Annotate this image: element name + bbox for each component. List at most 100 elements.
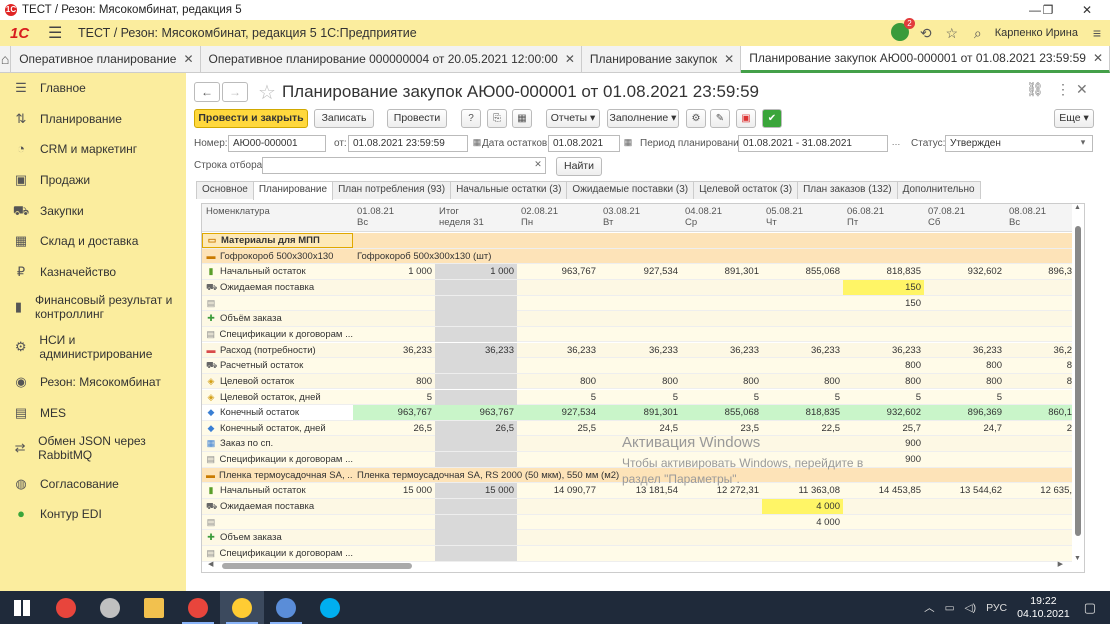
help-button[interactable]: ? (461, 109, 481, 128)
grid-cell[interactable] (435, 311, 517, 327)
grid-cell[interactable]: 927,534 (517, 405, 599, 421)
date-field[interactable]: 01.08.2021 23:59:59 (348, 135, 468, 152)
table-row[interactable]: ▤ Спецификации к договорам ... (202, 546, 1072, 562)
grid-cell[interactable] (353, 530, 435, 545)
grid-cell[interactable] (435, 326, 517, 342)
taskbar-app-2-icon[interactable] (88, 591, 132, 624)
grid-cell[interactable] (353, 296, 435, 311)
form-tab[interactable]: Целевой остаток (3) (693, 181, 799, 199)
grid-cell[interactable]: 818,835 (762, 405, 843, 421)
close-icon[interactable]: ✕ (183, 46, 193, 73)
grid-cell[interactable] (435, 233, 517, 248)
column-header[interactable]: 05.08.21 Чт (762, 206, 843, 228)
form-tab[interactable]: План заказов (132) (797, 181, 898, 199)
column-header[interactable]: 07.08.21 Сб (924, 206, 1005, 228)
notifications-center-icon[interactable]: ▢ (1084, 600, 1096, 616)
taskbar-windows-start-icon[interactable] (0, 591, 44, 624)
grid-cell[interactable] (599, 530, 681, 545)
grid-cell[interactable] (517, 546, 599, 561)
grid-cell[interactable]: 800 (599, 374, 681, 389)
tab-purchase-planning[interactable]: Планирование закупок ✕ (582, 46, 742, 73)
scroll-up-icon[interactable]: ▲ (1074, 204, 1081, 211)
grid-cell[interactable] (435, 546, 517, 561)
number-field[interactable]: АЮ00-000001 (228, 135, 326, 152)
grid-cell[interactable] (681, 233, 762, 248)
period-field[interactable]: 01.08.2021 - 31.08.2021 (738, 135, 888, 152)
grid-cell[interactable]: 800 (353, 374, 435, 389)
scroll-left-icon[interactable]: ◀ (208, 560, 213, 568)
table-row[interactable]: ◆ Конечный остаток 963,767 963,767 927,534 89… (202, 405, 1072, 421)
table-row[interactable]: ✚ Объем заказа (202, 530, 1072, 546)
back-button[interactable]: ← (194, 82, 220, 102)
edit-icon[interactable]: ✎ (710, 109, 730, 128)
scrollbar-thumb[interactable] (222, 563, 412, 569)
grid-cell[interactable]: 24,7 (924, 421, 1005, 436)
grid-cell[interactable]: 800 (762, 374, 843, 389)
grid-cell[interactable] (1005, 436, 1072, 451)
taskbar-chrome-icon[interactable] (44, 591, 88, 624)
tray-expand-icon[interactable]: ︿ (924, 600, 935, 615)
grid-cell[interactable]: 800 (843, 374, 924, 389)
grid-cell[interactable] (924, 249, 1005, 264)
grid-cell[interactable]: 818,835 (843, 264, 924, 279)
tab-operational-planning[interactable]: Оперативное планирование ✕ (11, 46, 201, 73)
grid-cell[interactable] (353, 233, 435, 248)
sidebar-item[interactable]: ● Контур EDI (0, 499, 186, 530)
grid-cell[interactable]: 150 (843, 296, 924, 311)
grid-cell[interactable]: 5 (843, 390, 924, 405)
taskbar-chrome-2-icon[interactable] (176, 591, 220, 624)
grid-cell[interactable]: 891,301 (599, 405, 681, 421)
grid-cell[interactable] (681, 499, 762, 514)
grid-cell[interactable] (924, 546, 1005, 561)
scrollbar-thumb[interactable] (1075, 226, 1081, 536)
grid-cell[interactable] (924, 280, 1005, 295)
grid-cell[interactable] (353, 280, 435, 295)
write-button[interactable]: Записать (314, 109, 374, 128)
grid-cell[interactable] (681, 358, 762, 373)
grid-cell[interactable] (435, 373, 517, 389)
grid-cell[interactable] (599, 233, 681, 248)
table-row[interactable]: ⛟ Расчетный остаток 800 800 8 (202, 358, 1072, 374)
grid-cell[interactable]: 15 000 (353, 483, 435, 498)
grid-cell[interactable] (599, 311, 681, 326)
grid-cell[interactable]: 932,602 (843, 405, 924, 421)
grid-cell[interactable] (681, 296, 762, 311)
grid-cell[interactable]: 860,1 (1005, 405, 1072, 421)
grid-cell[interactable]: 26,5 (435, 420, 517, 436)
grid-cell[interactable] (1005, 249, 1072, 264)
column-header[interactable]: 02.08.21 Пн (517, 206, 599, 228)
grid-cell[interactable] (599, 546, 681, 561)
grid-cell[interactable] (517, 249, 599, 264)
grid-cell[interactable] (924, 468, 1005, 483)
form-tab[interactable]: План потребления (93) (332, 181, 452, 199)
grid-cell[interactable] (517, 452, 599, 467)
volume-icon[interactable]: ◁) (965, 602, 977, 614)
column-header[interactable]: Итог неделя 31 (435, 206, 517, 228)
grid-cell[interactable] (599, 515, 681, 530)
favorite-star-icon[interactable]: ☆ (258, 80, 276, 105)
grid-cell[interactable]: 963,767 (517, 264, 599, 279)
sidebar-item[interactable]: ☰ Главное (0, 73, 186, 104)
grid-cell[interactable]: 15 000 (435, 483, 517, 499)
grid-cell[interactable]: 36,233 (762, 343, 843, 358)
form-tab[interactable]: Начальные остатки (3) (450, 181, 568, 199)
grid-cell[interactable] (435, 530, 517, 546)
grid-cell[interactable] (924, 436, 1005, 451)
taskbar-1c-icon[interactable] (220, 591, 264, 624)
post-button[interactable]: Провести (387, 109, 447, 128)
grid-cell[interactable]: 855,068 (681, 405, 762, 421)
grid-cell[interactable] (435, 468, 517, 483)
grid-cell[interactable] (599, 327, 681, 342)
grid-cell[interactable] (843, 327, 924, 342)
status-select[interactable]: Утвержден (945, 135, 1093, 152)
grid-cell[interactable] (517, 515, 599, 530)
grid-cell[interactable] (1005, 327, 1072, 342)
grid-cell[interactable]: 8 (1005, 374, 1072, 389)
grid-cell[interactable] (435, 295, 517, 311)
link-icon[interactable]: ⛓ (1026, 81, 1044, 98)
grid-cell[interactable]: 4 000 (762, 515, 843, 530)
table-row[interactable]: ▬ Расход (потребности) 36,233 36,233 36,233 3… (202, 342, 1072, 359)
grid-cell[interactable] (1005, 233, 1072, 248)
grid-cell[interactable]: 800 (924, 374, 1005, 389)
grid-cell[interactable]: 26,5 (353, 421, 435, 436)
